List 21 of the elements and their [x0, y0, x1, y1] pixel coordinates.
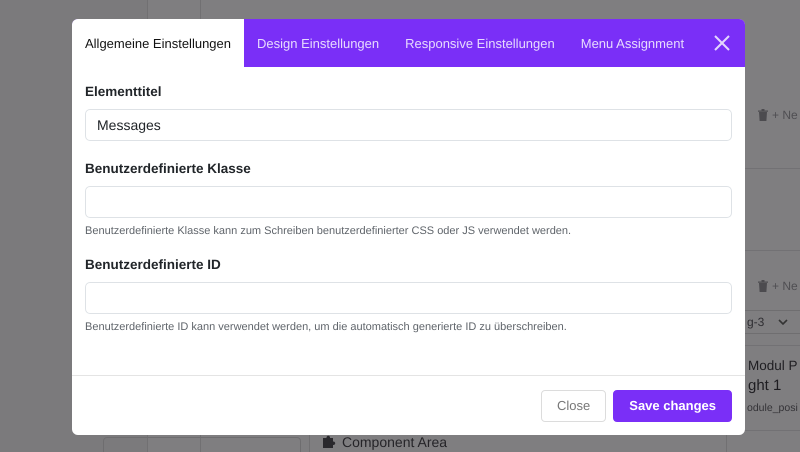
help-text: Benutzerdefinierte ID kann verwendet werden, um die automatisch generierte ID zu überschreiben. — [85, 321, 568, 333]
field-label: Elementtitel — [85, 84, 163, 99]
module-title: Modul P — [748, 358, 798, 373]
tab[interactable]: Design Einstellungen — [244, 19, 392, 67]
input-field[interactable]: Messages — [85, 109, 732, 141]
field-label: Benutzerdefinierte Klasse — [85, 161, 252, 176]
puzzle-icon — [322, 435, 336, 449]
trash-icon[interactable] — [758, 280, 768, 292]
close-icon[interactable] — [714, 35, 730, 51]
module-position: odule_posi — [747, 402, 798, 414]
chevron-icon — [778, 319, 788, 325]
save-button[interactable]: Save changes — [613, 390, 732, 422]
module-subtitle: ght 1 — [748, 377, 782, 394]
field-label: Benutzerdefinierte ID — [85, 257, 222, 272]
tab[interactable]: Responsive Einstellungen — [392, 19, 568, 67]
tab[interactable]: Menu Assignment — [568, 19, 698, 67]
close-button[interactable]: Close — [541, 390, 606, 422]
tab[interactable]: Allgemeine Einstellungen — [72, 19, 244, 67]
trash-icon[interactable] — [758, 109, 768, 121]
help-text: Benutzerdefinierte Klasse kann zum Schreiben benutzerdefinierter CSS oder JS verwendet werden. — [85, 225, 572, 237]
component-area-label: Component Area — [342, 434, 448, 450]
